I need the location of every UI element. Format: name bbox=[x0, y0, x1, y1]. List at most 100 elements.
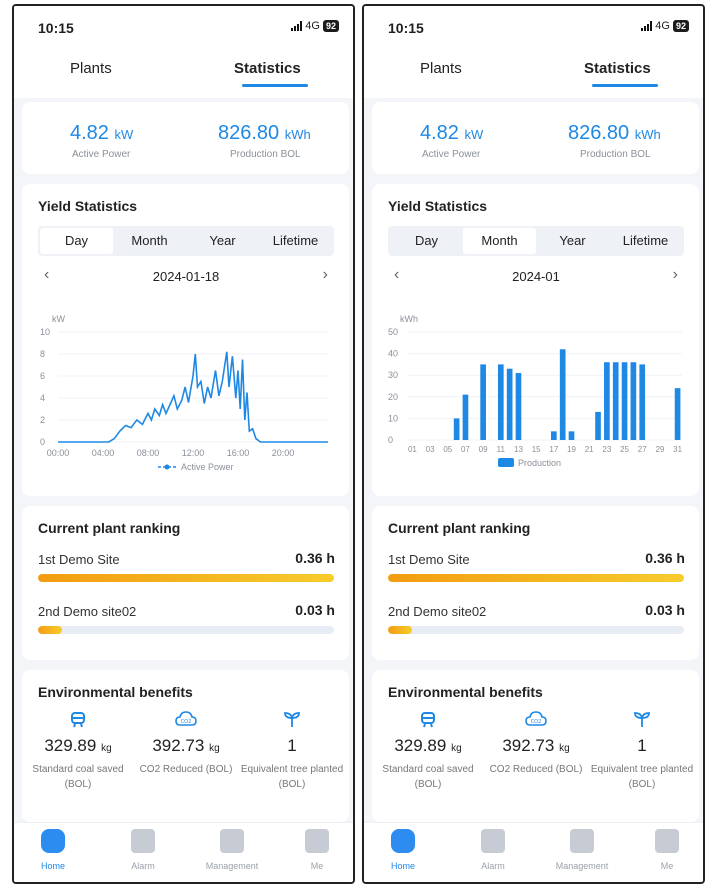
production-bar bbox=[559, 349, 566, 440]
env-value: 1 bbox=[287, 736, 297, 755]
production-bar bbox=[630, 362, 637, 440]
tab-plants[interactable]: Plants bbox=[420, 60, 462, 77]
y-axis-unit: kW bbox=[52, 314, 66, 324]
period-selector: Day Month Year Lifetime bbox=[388, 226, 684, 256]
nav-label: Me bbox=[660, 861, 674, 871]
period-month[interactable]: Month bbox=[463, 228, 536, 254]
x-tick-label: 16:00 bbox=[227, 448, 250, 458]
y-tick-label: 0 bbox=[40, 437, 45, 447]
summary-card: 4.82 kW Active Power 826.80 kWh Producti… bbox=[372, 102, 699, 174]
nav-label: Management bbox=[205, 861, 259, 871]
co2-icon: CO2 bbox=[175, 711, 197, 726]
home-icon bbox=[391, 829, 415, 853]
production-bar bbox=[674, 388, 681, 440]
nav-label: Me bbox=[310, 861, 324, 871]
env-unit: kg bbox=[451, 743, 462, 754]
ranking-title: Current plant ranking bbox=[38, 520, 181, 536]
ranking-item-name: 2nd Demo site02 bbox=[38, 604, 137, 619]
x-tick-label: 11 bbox=[497, 445, 506, 454]
yield-title: Yield Statistics bbox=[38, 198, 138, 214]
production-value: 826.80 kWh bbox=[218, 122, 311, 144]
env-item-coal: 329.89 kg Standard coal saved (BOL) bbox=[24, 710, 132, 792]
selected-date[interactable]: 2024-01 bbox=[388, 269, 684, 284]
active-power-value: 4.82 kW bbox=[420, 122, 484, 144]
period-year[interactable]: Year bbox=[536, 228, 609, 254]
period-lifetime[interactable]: Lifetime bbox=[259, 228, 332, 254]
nav-home[interactable]: Home bbox=[368, 829, 438, 871]
x-tick-label: 21 bbox=[585, 445, 594, 454]
status-time: 10:15 bbox=[38, 20, 74, 36]
yield-statistics-card: Yield Statistics Day Month Year Lifetime… bbox=[372, 184, 699, 496]
x-tick-label: 03 bbox=[426, 445, 435, 454]
env-label: Equivalent tree planted (BOL) bbox=[590, 764, 694, 790]
env-label: Standard coal saved (BOL) bbox=[382, 764, 474, 790]
chevron-right-icon[interactable]: › bbox=[673, 266, 678, 284]
ranking-item-value: 0.03 h bbox=[295, 602, 335, 618]
production-bar bbox=[515, 373, 522, 440]
env-value: 329.89 bbox=[44, 736, 97, 755]
me-icon bbox=[305, 829, 329, 853]
env-item-coal: 329.89 kg Standard coal saved (BOL) bbox=[374, 710, 482, 792]
status-time: 10:15 bbox=[388, 20, 424, 36]
alarm-icon bbox=[131, 829, 155, 853]
x-tick-label: 09 bbox=[479, 445, 488, 454]
selected-date[interactable]: 2024-01-18 bbox=[38, 269, 334, 284]
nav-me[interactable]: Me bbox=[282, 829, 352, 871]
y-axis-unit: kWh bbox=[400, 314, 418, 324]
x-tick-label: 01 bbox=[408, 445, 417, 454]
chevron-right-icon[interactable]: › bbox=[323, 266, 328, 284]
env-unit: kg bbox=[101, 743, 112, 754]
y-tick-label: 2 bbox=[40, 415, 45, 425]
ranking-title: Current plant ranking bbox=[388, 520, 531, 536]
ranking-bar-fill bbox=[38, 626, 62, 634]
ranking-item-value: 0.36 h bbox=[645, 550, 685, 566]
coal-icon bbox=[71, 712, 85, 728]
production-label: Production BOL bbox=[580, 149, 651, 160]
tab-underline bbox=[242, 84, 308, 87]
me-icon bbox=[655, 829, 679, 853]
status-bar: 10:15 4G 92 bbox=[364, 6, 703, 46]
y-tick-label: 10 bbox=[388, 413, 398, 423]
tab-statistics[interactable]: Statistics bbox=[234, 60, 301, 77]
x-tick-label: 23 bbox=[602, 445, 611, 454]
nav-alarm[interactable]: Alarm bbox=[458, 829, 528, 871]
home-icon bbox=[41, 829, 65, 853]
x-tick-label: 15 bbox=[532, 445, 541, 454]
env-item-co2: CO2 392.73 kg CO2 Reduced (BOL) bbox=[482, 710, 590, 777]
period-lifetime[interactable]: Lifetime bbox=[609, 228, 682, 254]
period-day[interactable]: Day bbox=[390, 228, 463, 254]
period-month[interactable]: Month bbox=[113, 228, 186, 254]
period-day[interactable]: Day bbox=[40, 228, 113, 254]
nav-home[interactable]: Home bbox=[18, 829, 88, 871]
x-tick-label: 07 bbox=[461, 445, 470, 454]
top-tabs: Plants Statistics bbox=[14, 46, 353, 98]
period-year[interactable]: Year bbox=[186, 228, 259, 254]
tab-statistics[interactable]: Statistics bbox=[584, 60, 651, 77]
env-value: 329.89 bbox=[394, 736, 447, 755]
svg-text:CO2: CO2 bbox=[181, 719, 192, 725]
network-label: 4G bbox=[655, 20, 670, 32]
signal-icon bbox=[291, 21, 303, 31]
legend-label: Production bbox=[518, 458, 561, 468]
y-tick-label: 30 bbox=[388, 370, 398, 380]
period-selector: Day Month Year Lifetime bbox=[38, 226, 334, 256]
env-value: 392.73 bbox=[152, 736, 205, 755]
nav-me[interactable]: Me bbox=[632, 829, 702, 871]
env-label: CO2 Reduced (BOL) bbox=[489, 764, 583, 775]
nav-alarm[interactable]: Alarm bbox=[108, 829, 178, 871]
ranking-bar-fill bbox=[38, 574, 334, 582]
phone-screen-month: 10:15 4G 92 Plants Statistics 4.82 kW Ac… bbox=[362, 4, 705, 884]
ranking-item-name: 2nd Demo site02 bbox=[388, 604, 487, 619]
x-tick-label: 05 bbox=[443, 445, 452, 454]
legend-swatch bbox=[498, 458, 514, 467]
tree-icon bbox=[634, 712, 650, 727]
nav-management[interactable]: Management bbox=[197, 829, 267, 871]
x-tick-label: 19 bbox=[567, 445, 576, 454]
production-bar bbox=[506, 368, 513, 440]
y-tick-label: 6 bbox=[40, 371, 45, 381]
env-unit: kg bbox=[559, 743, 570, 754]
tab-plants[interactable]: Plants bbox=[70, 60, 112, 77]
y-tick-label: 4 bbox=[40, 393, 45, 403]
nav-management[interactable]: Management bbox=[547, 829, 617, 871]
phone-screen-day: 10:15 4G 92 Plants Statistics 4.82 kW Ac… bbox=[12, 4, 355, 884]
